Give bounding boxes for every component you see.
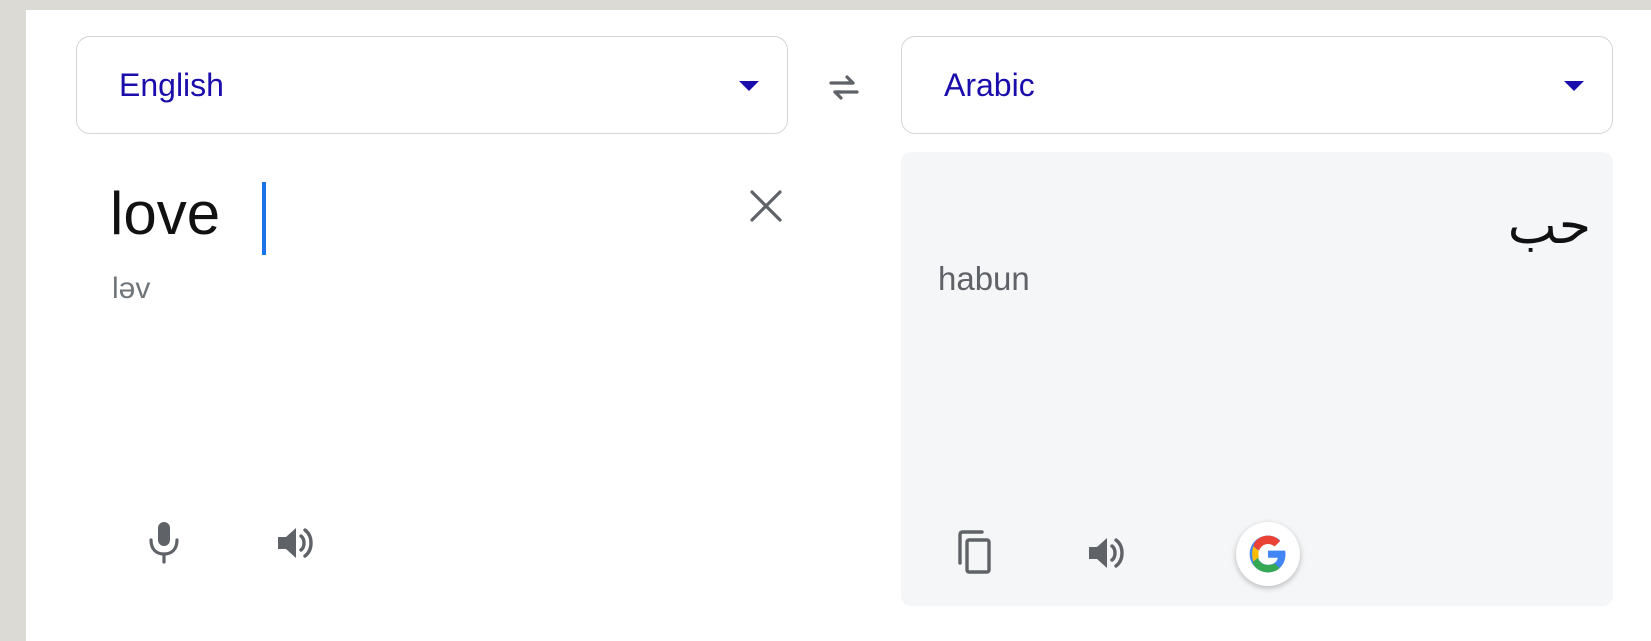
source-language-dropdown[interactable]: English [76, 36, 788, 134]
target-language-dropdown[interactable]: Arabic [901, 36, 1613, 134]
chevron-down-icon [739, 81, 759, 91]
microphone-icon [149, 522, 179, 564]
source-text-input[interactable]: love [110, 184, 220, 244]
copy-icon [958, 530, 991, 574]
target-language-label: Arabic [944, 67, 1035, 103]
close-icon [750, 190, 782, 222]
chevron-down-icon [1564, 81, 1584, 91]
translation-transliteration: habun [938, 260, 1030, 297]
swap-arrows-icon [829, 75, 859, 100]
voice-input-button[interactable] [136, 515, 192, 571]
source-language-label: English [119, 67, 224, 103]
speaker-icon [1089, 538, 1124, 568]
translate-card: English Arabic love ləv حب habun [26, 10, 1651, 641]
text-cursor [262, 182, 266, 255]
speaker-icon [278, 528, 313, 558]
swap-languages-button[interactable] [813, 62, 875, 110]
google-translate-button[interactable] [1236, 522, 1300, 586]
copy-translation-button[interactable] [946, 525, 1002, 581]
clear-text-button[interactable] [746, 186, 786, 226]
source-phonetic: ləv [112, 272, 151, 305]
listen-source-button[interactable] [269, 515, 325, 571]
google-logo-icon [1249, 535, 1286, 573]
listen-translation-button[interactable] [1080, 525, 1136, 581]
translated-text: حب [1507, 196, 1591, 256]
